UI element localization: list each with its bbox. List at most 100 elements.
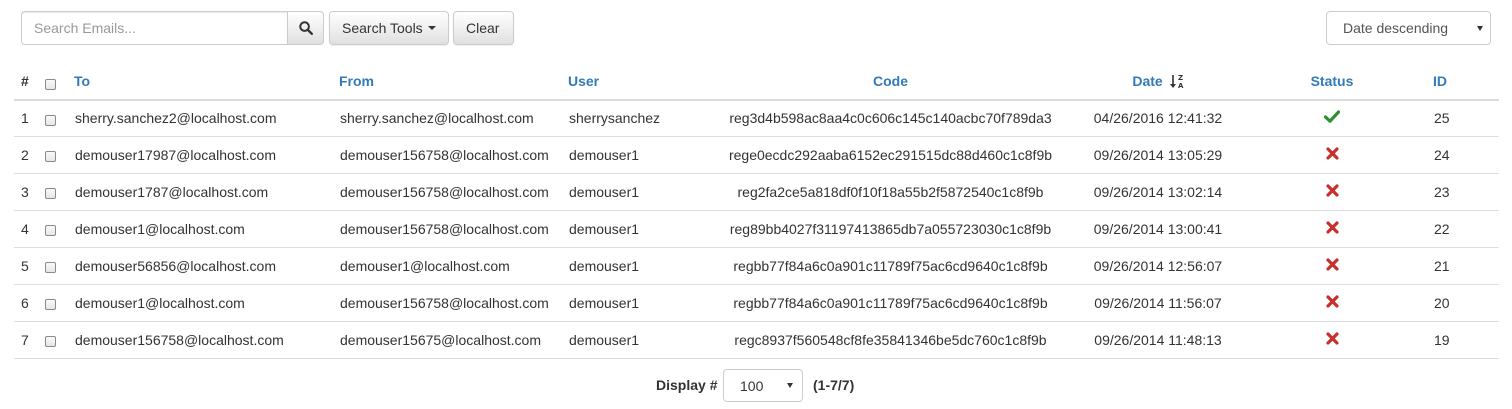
cell-user: sherrysanchez: [568, 100, 723, 137]
cell-id: 20: [1406, 284, 1499, 322]
sort-select[interactable]: Date descending: [1326, 11, 1491, 45]
cell-code: reg89bb4027f31197413865db7a055723030c1c8…: [723, 210, 1058, 248]
search-tools-button[interactable]: Search Tools: [329, 11, 449, 45]
table-row[interactable]: 2 demouser17987@localhost.com demouser1567…: [14, 136, 1499, 174]
x-icon: [1325, 146, 1339, 160]
row-number: 2: [14, 136, 42, 174]
cell-status: [1258, 100, 1406, 137]
x-icon: [1325, 294, 1339, 308]
cell-to: sherry.sanchez2@localhost.com: [74, 100, 339, 137]
cell-date: 09/26/2014 11:48:13: [1058, 321, 1258, 359]
cell-from: demouser156758@localhost.com: [339, 284, 568, 322]
table-row[interactable]: 6 demouser1@localhost.com demouser156758@l…: [14, 284, 1499, 322]
row-checkbox[interactable]: [45, 336, 56, 348]
toolbar: Search Tools Clear: [21, 11, 1512, 45]
col-header-user[interactable]: User: [568, 63, 723, 101]
cell-id: 21: [1406, 247, 1499, 285]
cell-date: 09/26/2014 11:56:07: [1058, 284, 1258, 322]
cell-id: 23: [1406, 173, 1499, 211]
col-header-date[interactable]: Date Z A: [1058, 63, 1258, 101]
cell-to: demouser17987@localhost.com: [74, 136, 339, 174]
cell-date: 09/26/2014 13:05:29: [1058, 136, 1258, 174]
col-header-code[interactable]: Code: [723, 63, 1058, 101]
cell-to: demouser156758@localhost.com: [74, 321, 339, 359]
row-number: 3: [14, 173, 42, 211]
cell-to: demouser1@localhost.com: [74, 284, 339, 322]
col-header-select: [42, 63, 74, 101]
table-row[interactable]: 7 demouser156758@localhost.com demouser156…: [14, 321, 1499, 359]
cell-to: demouser1787@localhost.com: [74, 173, 339, 211]
emails-table: # To From User Code Date Z A Status ID 1…: [14, 63, 1499, 359]
result-range: (1-7/7): [813, 377, 855, 393]
cell-user: demouser1: [568, 210, 723, 248]
table-body: 1 sherry.sanchez2@localhost.com sherry.san…: [14, 100, 1499, 359]
cell-from: demouser156758@localhost.com: [339, 173, 568, 211]
col-header-id[interactable]: ID: [1406, 63, 1499, 101]
search-group: [21, 11, 324, 45]
cell-from: demouser15675@localhost.com: [339, 321, 568, 359]
table-row[interactable]: 3 demouser1787@localhost.com demouser15675…: [14, 173, 1499, 211]
table-row[interactable]: 1 sherry.sanchez2@localhost.com sherry.san…: [14, 100, 1499, 137]
row-checkbox[interactable]: [45, 151, 56, 163]
table-row[interactable]: 5 demouser56856@localhost.com demouser1@lo…: [14, 247, 1499, 285]
row-number: 1: [14, 100, 42, 137]
col-header-to[interactable]: To: [74, 63, 339, 101]
cell-status: [1258, 173, 1406, 211]
cell-to: demouser56856@localhost.com: [74, 247, 339, 285]
cell-status: [1258, 136, 1406, 174]
row-checkbox[interactable]: [45, 299, 56, 311]
x-icon: [1325, 331, 1339, 345]
row-checkbox[interactable]: [45, 115, 56, 127]
cell-code: regbb77f84a6c0a901c11789f75ac6cd9640c1c8…: [723, 247, 1058, 285]
cell-date: 09/26/2014 13:00:41: [1058, 210, 1258, 248]
cell-id: 19: [1406, 321, 1499, 359]
search-tools-label: Search Tools: [342, 20, 423, 36]
cell-code: regbb77f84a6c0a901c11789f75ac6cd9640c1c8…: [723, 284, 1058, 322]
cell-code: reg3d4b598ac8aa4c0c606c145c140acbc70f789…: [723, 100, 1058, 137]
cell-id: 22: [1406, 210, 1499, 248]
cell-user: demouser1: [568, 136, 723, 174]
x-icon: [1325, 183, 1339, 197]
row-number: 7: [14, 321, 42, 359]
cell-from: demouser156758@localhost.com: [339, 136, 568, 174]
row-checkbox[interactable]: [45, 225, 56, 237]
pagination-footer: Display # 100 (1-7/7): [0, 369, 1512, 402]
cell-user: demouser1: [568, 284, 723, 322]
col-header-from[interactable]: From: [339, 63, 568, 101]
page-size-select[interactable]: 100: [723, 369, 803, 402]
select-all-checkbox[interactable]: [45, 78, 56, 90]
row-select-cell: [42, 173, 74, 211]
table-row[interactable]: 4 demouser1@localhost.com demouser156758@l…: [14, 210, 1499, 248]
row-checkbox[interactable]: [45, 188, 56, 200]
row-select-cell: [42, 136, 74, 174]
cell-status: [1258, 321, 1406, 359]
svg-text:Z: Z: [1178, 74, 1183, 82]
cell-date: 09/26/2014 13:02:14: [1058, 173, 1258, 211]
sort-selected-value: Date descending: [1343, 20, 1449, 36]
search-input[interactable]: [21, 11, 287, 45]
display-count-label: Display #: [656, 377, 718, 393]
check-icon: [1323, 110, 1341, 124]
row-select-cell: [42, 321, 74, 359]
cell-id: 24: [1406, 136, 1499, 174]
dropdown-arrow-icon: [1477, 25, 1483, 31]
sort-alpha-desc-icon: Z A: [1169, 74, 1184, 89]
cell-id: 25: [1406, 100, 1499, 137]
search-button[interactable]: [287, 11, 324, 45]
cell-user: demouser1: [568, 247, 723, 285]
cell-status: [1258, 247, 1406, 285]
clear-button[interactable]: Clear: [453, 11, 514, 45]
dropdown-arrow-icon: [787, 383, 793, 388]
row-number: 5: [14, 247, 42, 285]
row-select-cell: [42, 247, 74, 285]
cell-status: [1258, 210, 1406, 248]
table-header-row: # To From User Code Date Z A Status ID: [14, 63, 1499, 101]
col-header-status[interactable]: Status: [1258, 63, 1406, 101]
cell-from: demouser156758@localhost.com: [339, 210, 568, 248]
col-header-number: #: [14, 63, 42, 101]
row-checkbox[interactable]: [45, 262, 56, 274]
row-select-cell: [42, 284, 74, 322]
cell-from: sherry.sanchez@localhost.com: [339, 100, 568, 137]
x-icon: [1325, 257, 1339, 271]
svg-text:A: A: [1178, 82, 1184, 89]
